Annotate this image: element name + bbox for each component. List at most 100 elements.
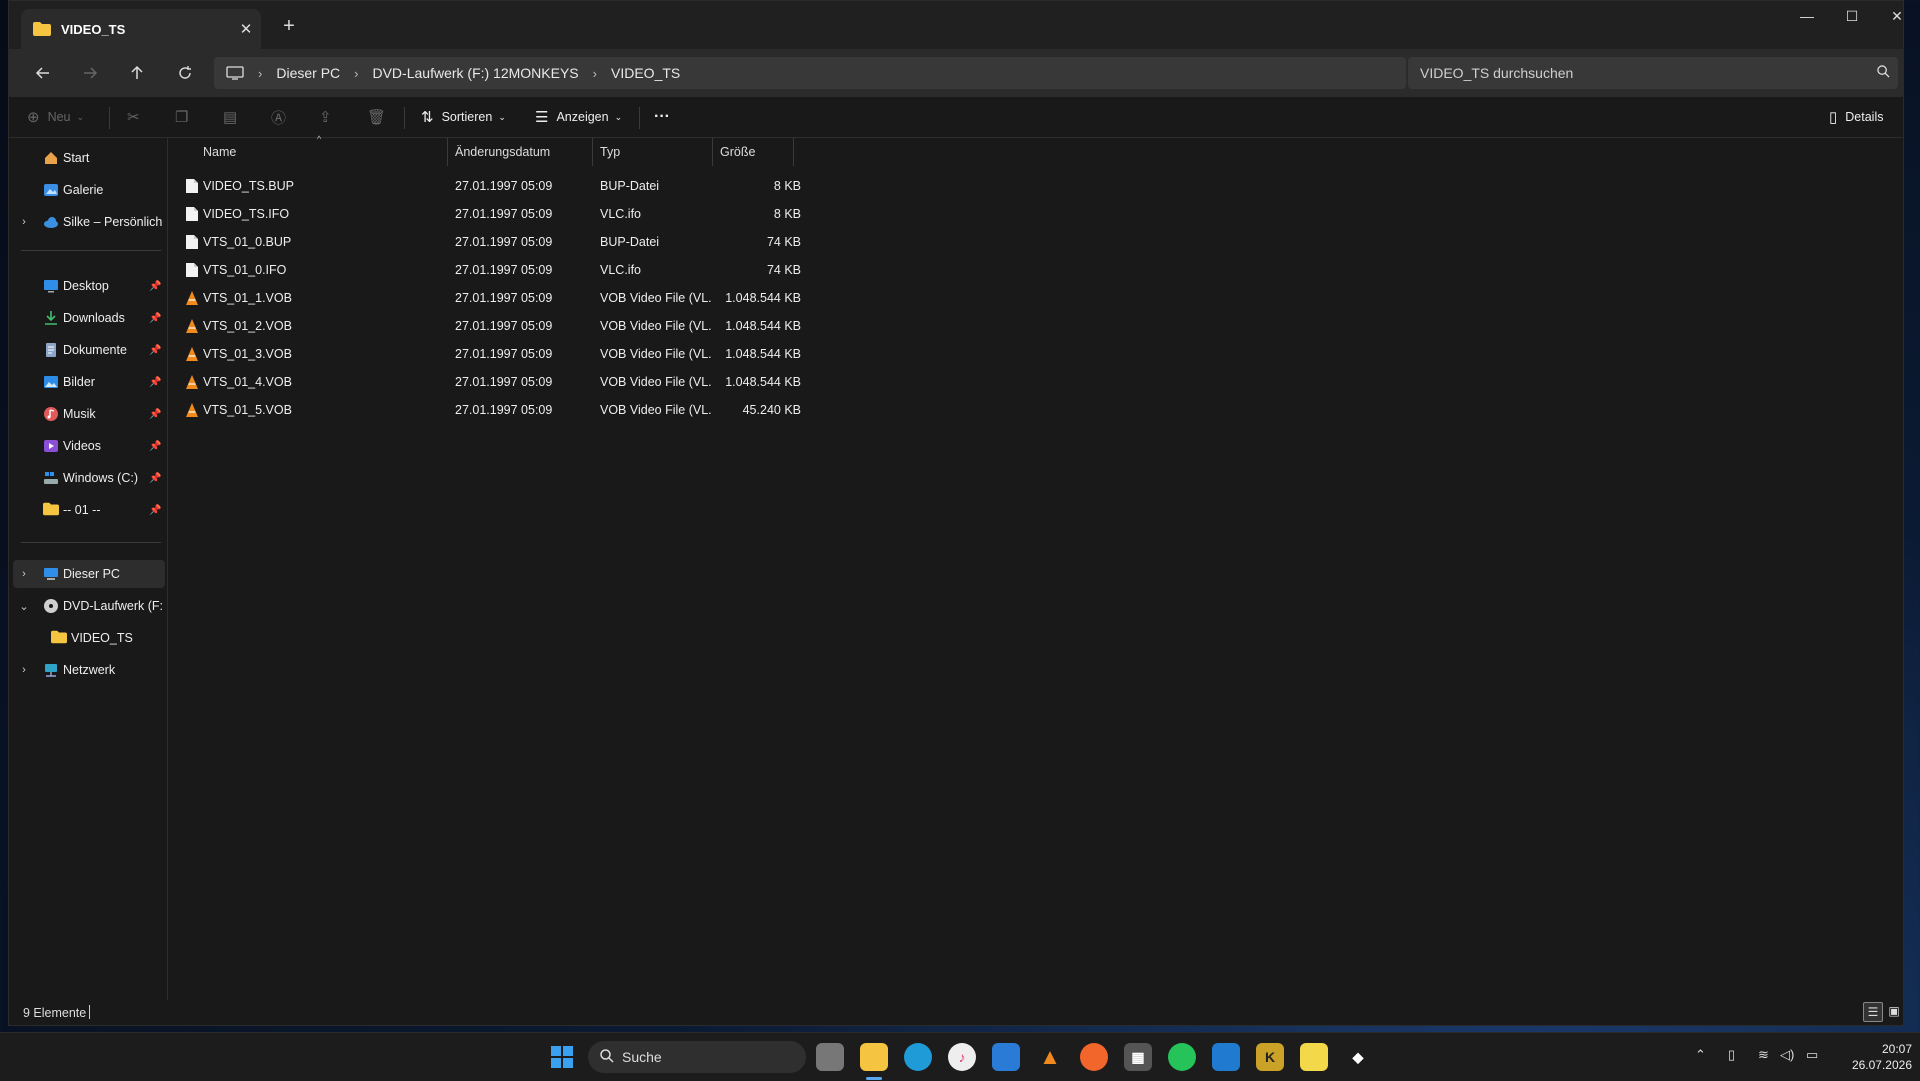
refresh-button[interactable] <box>169 59 201 87</box>
file-row[interactable]: VTS_01_3.VOB 27.01.1997 05:09 VOB Video Fi… <box>181 340 806 368</box>
tiles-view-icon[interactable]: ▣ <box>1885 1002 1903 1020</box>
breadcrumb-dvd-drive[interactable]: DVD-Laufwerk (F:) 12MONKEYS <box>372 65 578 81</box>
usb-icon[interactable]: ▯ <box>1728 1047 1735 1063</box>
chevron-right-icon[interactable]: › <box>17 568 31 580</box>
sidebar-item-music[interactable]: Musik 📌 <box>9 400 165 428</box>
sidebar-item-documents[interactable]: Dokumente 📌 <box>9 336 165 364</box>
paste-button[interactable]: ▤ <box>223 97 245 137</box>
file-row[interactable]: VTS_01_1.VOB 27.01.1997 05:09 VOB Video Fi… <box>181 284 806 312</box>
pin-icon[interactable]: 📌 <box>149 313 161 324</box>
maximize-button[interactable]: ☐ <box>1829 1 1875 33</box>
back-button[interactable] <box>27 59 59 87</box>
view-button[interactable]: ☰ Anzeigen ⌄ <box>535 97 622 137</box>
file-explorer-icon[interactable] <box>860 1043 888 1071</box>
more-options-button[interactable]: ··· <box>654 97 670 137</box>
file-row[interactable]: VIDEO_TS.IFO 27.01.1997 05:09 VLC.ifo 8 KB <box>181 200 806 228</box>
delete-button[interactable]: 🗑 <box>367 97 394 137</box>
itunes-icon[interactable]: ♪ <box>948 1043 976 1071</box>
sidebar-item-downloads[interactable]: Downloads 📌 <box>9 304 165 332</box>
column-separator[interactable] <box>712 138 713 166</box>
address-bar[interactable]: › Dieser PC › DVD-Laufwerk (F:) 12MONKEY… <box>214 57 1406 89</box>
app-fox-icon[interactable]: ◆ <box>1344 1043 1372 1071</box>
sidebar-item-start[interactable]: Start <box>9 144 165 172</box>
pin-icon[interactable]: 📌 <box>149 281 161 292</box>
chevron-right-icon[interactable]: › <box>17 216 31 228</box>
copy-button[interactable]: ❐ <box>175 97 196 137</box>
sidebar-item-videos[interactable]: Videos 📌 <box>9 432 165 460</box>
sidebar-item-dvd-drive[interactable]: ⌄ DVD-Laufwerk (F:) 12MONKEYS <box>9 592 165 620</box>
file-row[interactable]: VTS_01_0.IFO 27.01.1997 05:09 VLC.ifo 74 KB <box>181 256 806 284</box>
whatsapp-icon[interactable] <box>1168 1043 1196 1071</box>
close-window-button[interactable]: ✕ <box>1874 1 1920 33</box>
column-separator[interactable] <box>447 138 448 166</box>
file-row[interactable]: VTS_01_4.VOB 27.01.1997 05:09 VOB Video Fi… <box>181 368 806 396</box>
sidebar-item-desktop[interactable]: Desktop 📌 <box>9 272 165 300</box>
sidebar-item-network[interactable]: › Netzwerk <box>9 656 165 684</box>
file-row[interactable]: VTS_01_0.BUP 27.01.1997 05:09 BUP-Datei 74 … <box>181 228 806 256</box>
chevron-right-icon[interactable]: › <box>17 664 31 676</box>
new-button[interactable]: ⊕ Neu ⌄ <box>27 97 84 137</box>
network-icon <box>43 662 59 678</box>
breadcrumb-this-pc[interactable]: Dieser PC <box>276 65 340 81</box>
app-icon[interactable] <box>1212 1043 1240 1071</box>
tab-close-icon[interactable]: ✕ <box>231 20 261 38</box>
file-size: 1.048.544 KB <box>725 347 801 361</box>
file-name: VTS_01_0.BUP <box>203 235 292 249</box>
firefox-icon[interactable] <box>1080 1043 1108 1071</box>
chevron-up-icon[interactable]: ⌃ <box>1695 1047 1706 1063</box>
file-row[interactable]: VTS_01_2.VOB 27.01.1997 05:09 VOB Video Fi… <box>181 312 806 340</box>
edge-icon[interactable] <box>904 1043 932 1071</box>
column-date[interactable]: Änderungsdatum <box>449 138 593 166</box>
share-button[interactable]: ⇪ <box>319 97 340 137</box>
file-row[interactable]: VIDEO_TS.BUP 27.01.1997 05:09 BUP-Datei 8 K… <box>181 172 806 200</box>
forward-button[interactable] <box>74 59 106 87</box>
pin-icon[interactable]: 📌 <box>149 505 161 516</box>
sidebar-item-gallery[interactable]: Galerie <box>9 176 165 204</box>
search-input[interactable]: VIDEO_TS durchsuchen <box>1408 57 1898 89</box>
details-view-icon[interactable]: ☰ <box>1863 1002 1883 1022</box>
sidebar-item-windows-c[interactable]: Windows (C:) 📌 <box>9 464 165 492</box>
cut-button[interactable]: ✂ <box>127 97 148 137</box>
minimize-button[interactable]: — <box>1784 1 1830 33</box>
pin-icon[interactable]: 📌 <box>149 473 161 484</box>
wifi-icon[interactable]: ≋ <box>1758 1047 1769 1063</box>
sidebar-item-pictures[interactable]: Bilder 📌 <box>9 368 165 396</box>
task-view-icon[interactable] <box>816 1043 844 1071</box>
sort-button[interactable]: ⇅ Sortieren ⌄ <box>421 97 506 137</box>
sidebar-item-this-pc[interactable]: › Dieser PC <box>13 560 165 588</box>
volume-icon[interactable]: ◁) <box>1780 1047 1794 1063</box>
pin-icon[interactable]: 📌 <box>149 377 161 388</box>
column-name[interactable]: Name <box>197 138 437 166</box>
search-icon[interactable] <box>1868 65 1898 81</box>
up-button[interactable] <box>121 59 153 87</box>
app-k-icon[interactable]: K <box>1256 1043 1284 1071</box>
sidebar-item-label: Windows (C:) <box>63 471 139 485</box>
new-tab-button[interactable]: + <box>277 15 301 38</box>
taskbar-search-label: Suche <box>622 1049 662 1065</box>
file-icon <box>186 263 198 277</box>
file-row[interactable]: VTS_01_5.VOB 27.01.1997 05:09 VOB Video Fi… <box>181 396 806 424</box>
battery-icon[interactable]: ▭ <box>1806 1047 1818 1063</box>
pin-icon[interactable]: 📌 <box>149 409 161 420</box>
start-icon[interactable] <box>548 1043 576 1071</box>
pin-icon[interactable]: 📌 <box>149 345 161 356</box>
column-separator[interactable] <box>793 138 794 166</box>
breadcrumb-video-ts[interactable]: VIDEO_TS <box>611 65 680 81</box>
clock[interactable]: 20:07 26.07.2026 <box>1832 1041 1912 1073</box>
column-type[interactable]: Typ <box>594 138 714 166</box>
store-icon[interactable] <box>992 1043 1020 1071</box>
column-size[interactable]: Größe <box>714 138 794 166</box>
sidebar-item-onedrive[interactable]: › Silke – Persönlich <box>9 208 165 236</box>
tab-video-ts[interactable]: VIDEO_TS ✕ <box>21 9 261 49</box>
taskbar-search[interactable]: Suche <box>588 1041 806 1073</box>
sidebar-item-video-ts[interactable]: VIDEO_TS <box>9 624 165 652</box>
details-pane-button[interactable]: ▯ Details <box>1829 97 1883 137</box>
pin-icon[interactable]: 📌 <box>149 441 161 452</box>
sidebar-item-01[interactable]: -- 01 -- 📌 <box>9 496 165 524</box>
sticky-notes-icon[interactable] <box>1300 1043 1328 1071</box>
rename-button[interactable]: Ⓐ <box>271 97 294 137</box>
column-separator[interactable] <box>592 138 593 166</box>
vlc-icon[interactable]: ▲ <box>1036 1043 1064 1071</box>
calculator-icon[interactable]: ▦ <box>1124 1043 1152 1071</box>
chevron-down-icon[interactable]: ⌄ <box>17 600 31 613</box>
